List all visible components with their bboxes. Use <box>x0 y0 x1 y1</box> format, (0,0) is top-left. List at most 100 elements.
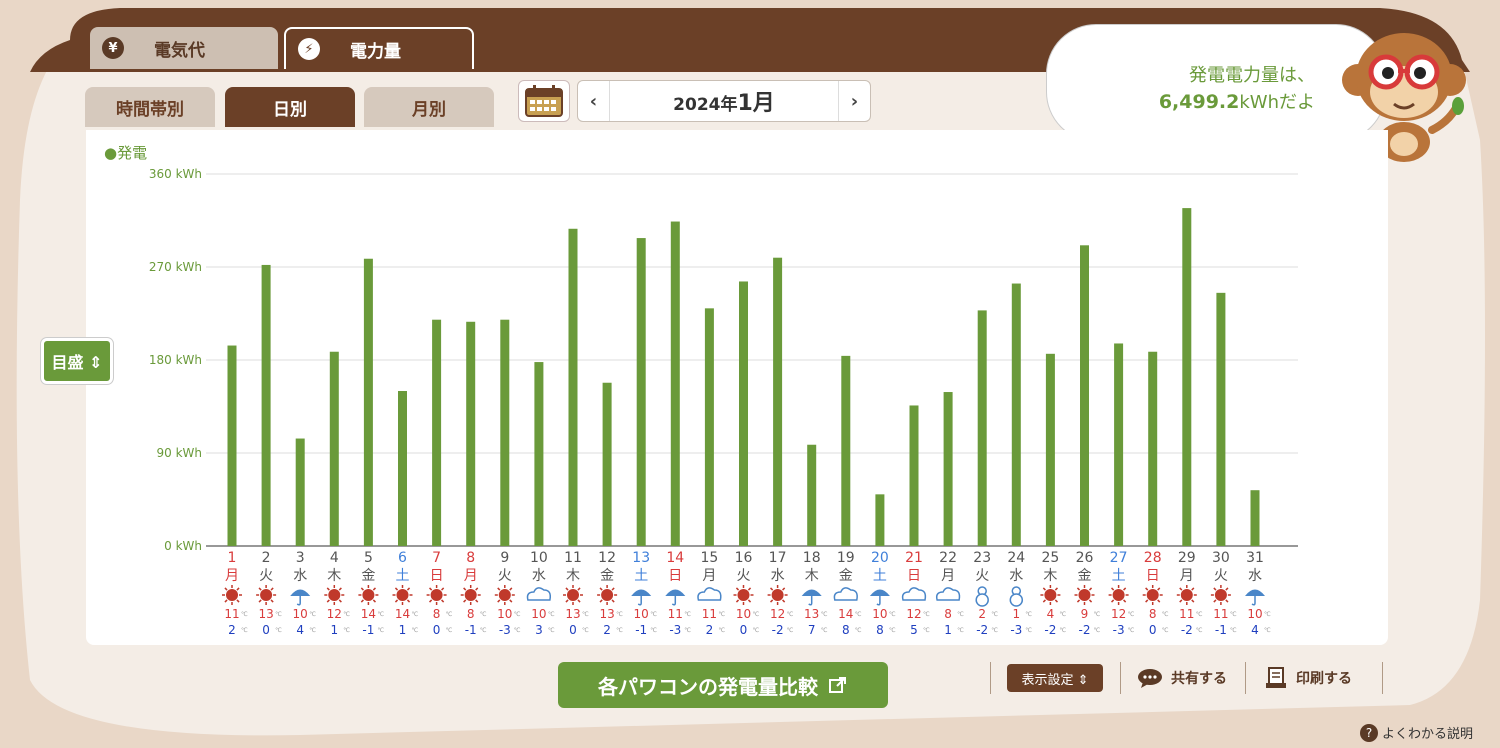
sun-ray <box>428 587 433 591</box>
help-link[interactable]: ? よくわかる説明 <box>1360 723 1473 742</box>
temp-unit: ℃ <box>889 627 896 634</box>
bar <box>568 228 578 546</box>
sun-icon <box>430 589 443 601</box>
sun-ray <box>599 587 603 591</box>
x-tick-weekday: 木 <box>805 568 819 584</box>
subtab-monthly[interactable]: 月別 <box>364 87 494 127</box>
temp-low: -2 <box>772 623 784 637</box>
temp-low: -3 <box>1010 623 1022 637</box>
temp-high: 13 <box>258 607 273 621</box>
calendar-button[interactable] <box>518 80 570 122</box>
sun-ray <box>406 587 411 591</box>
bar <box>909 405 919 546</box>
temp-high: 13 <box>804 607 819 621</box>
y-tick-label: 360 kWh <box>149 167 202 181</box>
total-generation-bubble: 発電電力量は、 6,499.2kWhだよ <box>1046 24 1386 142</box>
bar <box>363 258 373 546</box>
temp-low: 2 <box>603 623 611 637</box>
x-tick-day: 27 <box>1110 550 1128 566</box>
x-tick-day: 6 <box>398 550 407 566</box>
temp-unit: ℃ <box>1230 611 1237 618</box>
sun-ray <box>1145 599 1149 603</box>
x-tick-weekday: 水 <box>532 568 546 584</box>
sun-ray <box>360 587 364 591</box>
compare-inverters-button[interactable]: 各パワコンの発電量比較 <box>558 662 888 708</box>
temp-unit: ℃ <box>684 627 691 634</box>
tab-electricity-cost[interactable]: ¥ 電気代 <box>90 27 278 69</box>
temp-high: 11 <box>702 607 717 621</box>
temp-unit: ℃ <box>1094 611 1101 618</box>
temp-high: 12 <box>906 607 921 621</box>
sun-ray <box>497 599 501 603</box>
scale-selector-button[interactable]: 目盛 ⇕ <box>41 338 113 384</box>
share-button[interactable]: 共有する <box>1137 664 1227 692</box>
temp-unit: ℃ <box>241 627 248 634</box>
x-tick-weekday: 火 <box>498 568 512 584</box>
sun-ray <box>1157 587 1161 591</box>
temp-high: 10 <box>497 607 512 621</box>
temp-high: 8 <box>1149 607 1157 621</box>
bar <box>1216 292 1226 546</box>
previous-month-button[interactable]: ‹ <box>578 81 610 121</box>
temp-high: 10 <box>872 607 887 621</box>
temp-low: 1 <box>399 623 407 637</box>
bar <box>977 310 987 546</box>
sun-icon <box>1044 589 1057 601</box>
print-button[interactable]: 印刷する <box>1264 664 1352 692</box>
temp-unit: ℃ <box>343 611 350 618</box>
x-tick-day: 29 <box>1178 550 1196 566</box>
printer-icon <box>1266 667 1286 688</box>
y-tick-label: 0 kWh <box>164 539 202 553</box>
display-settings-select[interactable]: 表示設定 ⇕ <box>1007 664 1103 692</box>
sun-ray <box>1225 599 1229 603</box>
divider <box>1382 662 1383 694</box>
total-generation-value: 6,499.2 <box>1158 91 1240 113</box>
divider <box>1245 662 1246 694</box>
x-tick-weekday: 金 <box>839 568 853 584</box>
x-tick-day: 30 <box>1212 550 1230 566</box>
x-tick-day: 17 <box>769 550 787 566</box>
temp-unit: ℃ <box>991 611 998 618</box>
x-tick-weekday: 火 <box>737 568 751 584</box>
temp-unit: ℃ <box>1128 627 1135 634</box>
x-tick-weekday: 日 <box>1146 568 1160 584</box>
x-tick-weekday: 水 <box>1009 568 1023 584</box>
sun-ray <box>372 587 377 591</box>
temp-unit: ℃ <box>514 611 521 618</box>
bar <box>1250 490 1260 546</box>
temp-unit: ℃ <box>1162 627 1169 634</box>
temp-unit: ℃ <box>1264 611 1271 618</box>
next-month-button[interactable]: › <box>838 81 870 121</box>
bar <box>1011 283 1021 546</box>
y-tick-label: 180 kWh <box>149 353 202 367</box>
temp-unit: ℃ <box>412 627 419 634</box>
lightning-icon: ⚡ <box>298 38 320 60</box>
sun-ray <box>735 599 740 603</box>
tab-power-amount[interactable]: ⚡ 電力量 <box>284 27 474 69</box>
subtab-hourly[interactable]: 時間帯別 <box>85 87 215 127</box>
bubble-line1: 発電電力量は、 <box>1189 65 1315 86</box>
x-tick-weekday: 月 <box>702 568 716 584</box>
x-tick-weekday: 土 <box>873 568 887 584</box>
temp-high: 4 <box>1047 607 1055 621</box>
sun-ray <box>236 587 240 591</box>
temp-high: 13 <box>599 607 614 621</box>
temp-unit: ℃ <box>275 611 282 618</box>
temp-low: 2 <box>706 623 714 637</box>
temp-unit: ℃ <box>650 627 657 634</box>
sun-ray <box>1110 599 1115 603</box>
sun-ray <box>747 587 752 591</box>
x-tick-day: 23 <box>973 550 991 566</box>
current-month: 1月 <box>737 91 775 116</box>
subtab-daily[interactable]: 日別 <box>225 87 355 127</box>
chart-canvas: ●発電0 kWh90 kWh180 kWh270 kWh360 kWh1月11 ℃… <box>104 144 1298 637</box>
temp-unit: ℃ <box>377 627 384 634</box>
sun-icon <box>396 589 409 601</box>
temp-unit: ℃ <box>650 611 657 618</box>
cloud-icon <box>833 587 858 601</box>
umbrella-handle <box>876 596 881 606</box>
sun-icon <box>226 589 238 601</box>
bar <box>261 264 271 546</box>
sun-icon <box>1214 589 1227 601</box>
temp-unit: ℃ <box>923 611 930 618</box>
